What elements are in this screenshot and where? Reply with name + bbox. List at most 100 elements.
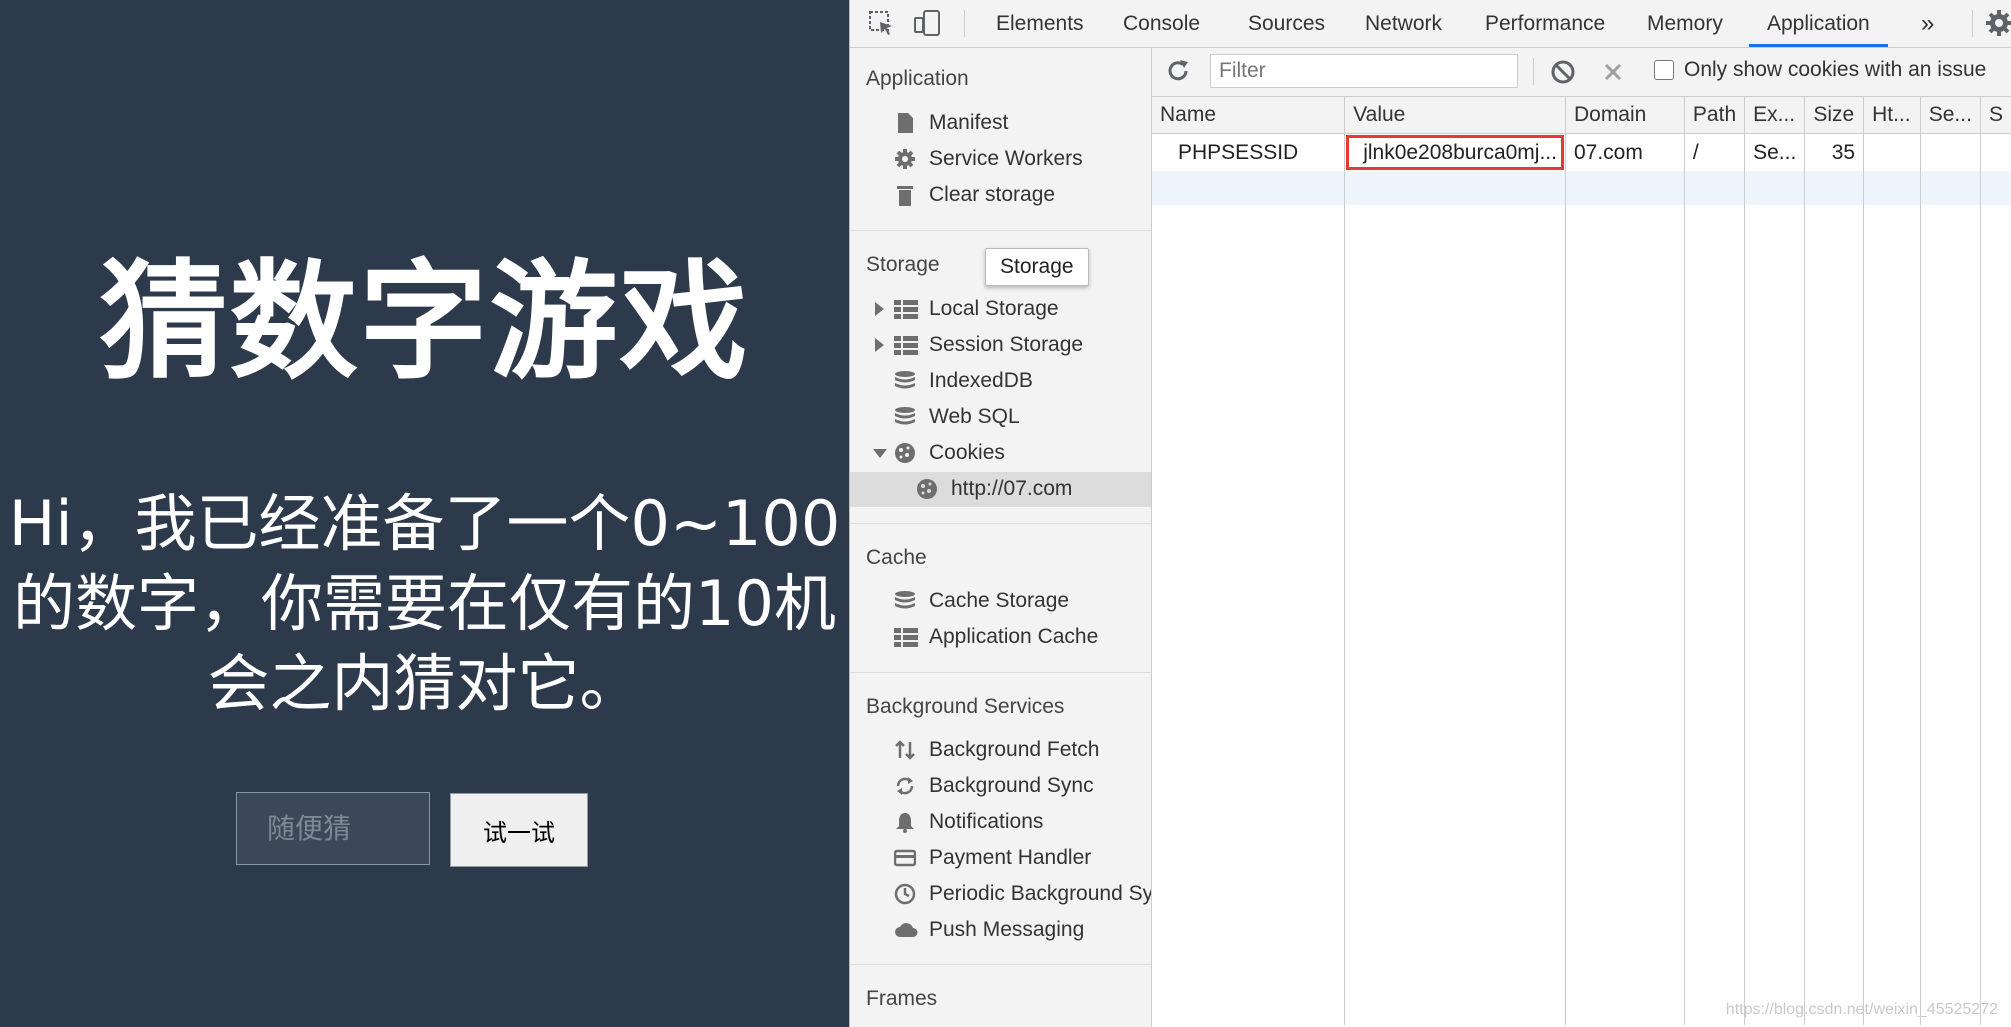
empty-cell <box>1344 171 1566 205</box>
database-icon <box>894 590 916 612</box>
tab-application[interactable]: Application <box>1749 0 1888 47</box>
table-grid-icon <box>894 626 918 648</box>
table-row[interactable]: PHPSESSID jlnk0e208burca0mj... 07.com / … <box>1152 133 2011 171</box>
sidebar-divider <box>850 672 1151 673</box>
only-issue-label: Only show cookies with an issue <box>1684 58 1987 81</box>
cell-domain[interactable]: 07.com <box>1565 133 1685 171</box>
toolbar-separator <box>1533 58 1534 85</box>
page-title: 猜数字游戏 <box>99 248 750 397</box>
cell-expires[interactable]: Se... <box>1744 133 1806 171</box>
tab-console[interactable]: Console <box>1105 0 1218 47</box>
empty-cell <box>1744 205 1806 1025</box>
storage-tooltip: Storage <box>985 248 1089 286</box>
tab-memory[interactable]: Memory <box>1629 0 1741 47</box>
sidebar-item-payment-handler[interactable]: Payment Handler <box>850 841 1151 876</box>
cell-value[interactable]: jlnk0e208burca0mj... <box>1344 133 1566 171</box>
sidebar-item-notifications[interactable]: Notifications <box>850 805 1151 840</box>
sidebar-item-web-sql[interactable]: Web SQL <box>850 400 1151 435</box>
cell-path[interactable]: / <box>1684 133 1746 171</box>
cell-samesite[interactable] <box>1980 133 2011 171</box>
column-header-name[interactable]: Name <box>1152 97 1346 134</box>
refresh-icon[interactable] <box>1164 57 1192 85</box>
sidebar-item-label: Push Messaging <box>929 918 1085 941</box>
settings-gear-icon[interactable] <box>1984 8 2011 38</box>
sidebar-divider <box>850 523 1151 524</box>
clear-all-block-icon[interactable] <box>1549 58 1577 86</box>
table-grid-icon <box>894 334 918 356</box>
sidebar-item-label: Background Fetch <box>929 738 1100 761</box>
cookie-icon <box>894 442 916 464</box>
up-down-arrows-icon <box>894 739 916 761</box>
sidebar-item-background-sync[interactable]: Background Sync <box>850 769 1151 804</box>
section-title-application: Application <box>866 67 969 90</box>
tab-performance[interactable]: Performance <box>1467 0 1623 47</box>
only-issue-checkbox[interactable] <box>1654 60 1674 80</box>
empty-cell <box>1152 171 1346 205</box>
sidebar-item-push-messaging[interactable]: Push Messaging <box>850 913 1151 948</box>
table-empty-row <box>1152 171 2011 205</box>
collapse-arrow-icon[interactable] <box>873 449 887 458</box>
empty-cell <box>1804 171 1865 205</box>
column-header-httponly[interactable]: Ht... <box>1863 97 1921 134</box>
watermark: https://blog.csdn.net/weixin_45525272 <box>1725 1001 1998 1018</box>
toolbar-separator <box>1972 10 1973 37</box>
sidebar-item-service-workers[interactable]: Service Workers <box>850 142 1151 177</box>
delete-selected-close-icon[interactable] <box>1599 58 1627 86</box>
column-header-expires[interactable]: Ex... <box>1744 97 1806 134</box>
expand-arrow-icon[interactable] <box>875 302 884 316</box>
page-description: Hi，我已经准备了一个0~100的数字，你需要在仅有的10机会之内猜对它。 <box>8 487 841 720</box>
column-header-secure[interactable]: Se... <box>1920 97 1981 134</box>
column-header-path[interactable]: Path <box>1684 97 1746 134</box>
empty-cell <box>1920 171 1981 205</box>
sidebar-item-cookie-origin[interactable]: http://07.com <box>850 472 1151 507</box>
devtools-tabbar: Elements Console Sources Network Perform… <box>850 0 2011 48</box>
tab-elements[interactable]: Elements <box>978 0 1102 47</box>
credit-card-icon <box>893 847 917 869</box>
sidebar-item-background-fetch[interactable]: Background Fetch <box>850 733 1151 768</box>
section-title-background-services: Background Services <box>866 695 1065 718</box>
sidebar-item-cookies[interactable]: Cookies <box>850 436 1151 471</box>
sidebar-item-indexeddb[interactable]: IndexedDB <box>850 364 1151 399</box>
sidebar-item-local-storage[interactable]: Local Storage <box>850 292 1151 327</box>
empty-cell <box>1152 205 1346 1025</box>
column-header-domain[interactable]: Domain <box>1565 97 1685 134</box>
sidebar-item-label: Cookies <box>929 441 1005 464</box>
tab-sources[interactable]: Sources <box>1230 0 1343 47</box>
inspect-element-icon[interactable] <box>866 8 896 38</box>
empty-cell <box>1920 205 1981 1025</box>
column-header-size[interactable]: Size <box>1804 97 1865 134</box>
try-button[interactable]: 试一试 <box>450 793 588 867</box>
cell-secure[interactable] <box>1920 133 1981 171</box>
column-header-value[interactable]: Value <box>1344 97 1566 134</box>
column-header-samesite[interactable]: S <box>1980 97 2011 134</box>
guess-input[interactable] <box>236 792 430 865</box>
sidebar-item-label: Manifest <box>929 111 1009 134</box>
sidebar-item-label: Service Workers <box>929 147 1083 170</box>
sidebar-item-manifest[interactable]: Manifest <box>850 106 1151 141</box>
sidebar-divider <box>850 964 1151 965</box>
filter-input[interactable] <box>1210 54 1518 88</box>
tab-network[interactable]: Network <box>1347 0 1460 47</box>
device-toolbar-icon[interactable] <box>912 8 942 38</box>
cell-size[interactable]: 35 <box>1804 133 1865 171</box>
sidebar-item-periodic-background-sync[interactable]: Periodic Background Sync <box>850 877 1151 912</box>
sidebar-item-cache-storage[interactable]: Cache Storage <box>850 584 1151 619</box>
sidebar-item-label: Clear storage <box>929 183 1056 206</box>
sidebar-item-label: http://07.com <box>951 477 1073 500</box>
empty-cell <box>1744 171 1806 205</box>
empty-cell <box>1804 205 1865 1025</box>
sidebar-item-label: IndexedDB <box>929 369 1033 392</box>
sidebar-item-label: Cache Storage <box>929 589 1070 612</box>
empty-cell <box>1684 171 1746 205</box>
clock-icon <box>894 883 916 905</box>
sidebar-item-clear-storage[interactable]: Clear storage <box>850 178 1151 213</box>
more-tabs-icon[interactable]: » <box>1903 0 1952 47</box>
cell-httponly[interactable] <box>1863 133 1921 171</box>
sync-icon <box>894 775 916 797</box>
sidebar-item-session-storage[interactable]: Session Storage <box>850 328 1151 363</box>
sidebar-item-application-cache[interactable]: Application Cache <box>850 620 1151 655</box>
expand-arrow-icon[interactable] <box>875 338 884 352</box>
cell-name[interactable]: PHPSESSID <box>1152 133 1346 171</box>
sidebar-item-label: Background Sync <box>929 774 1094 797</box>
sidebar-divider <box>850 230 1151 231</box>
